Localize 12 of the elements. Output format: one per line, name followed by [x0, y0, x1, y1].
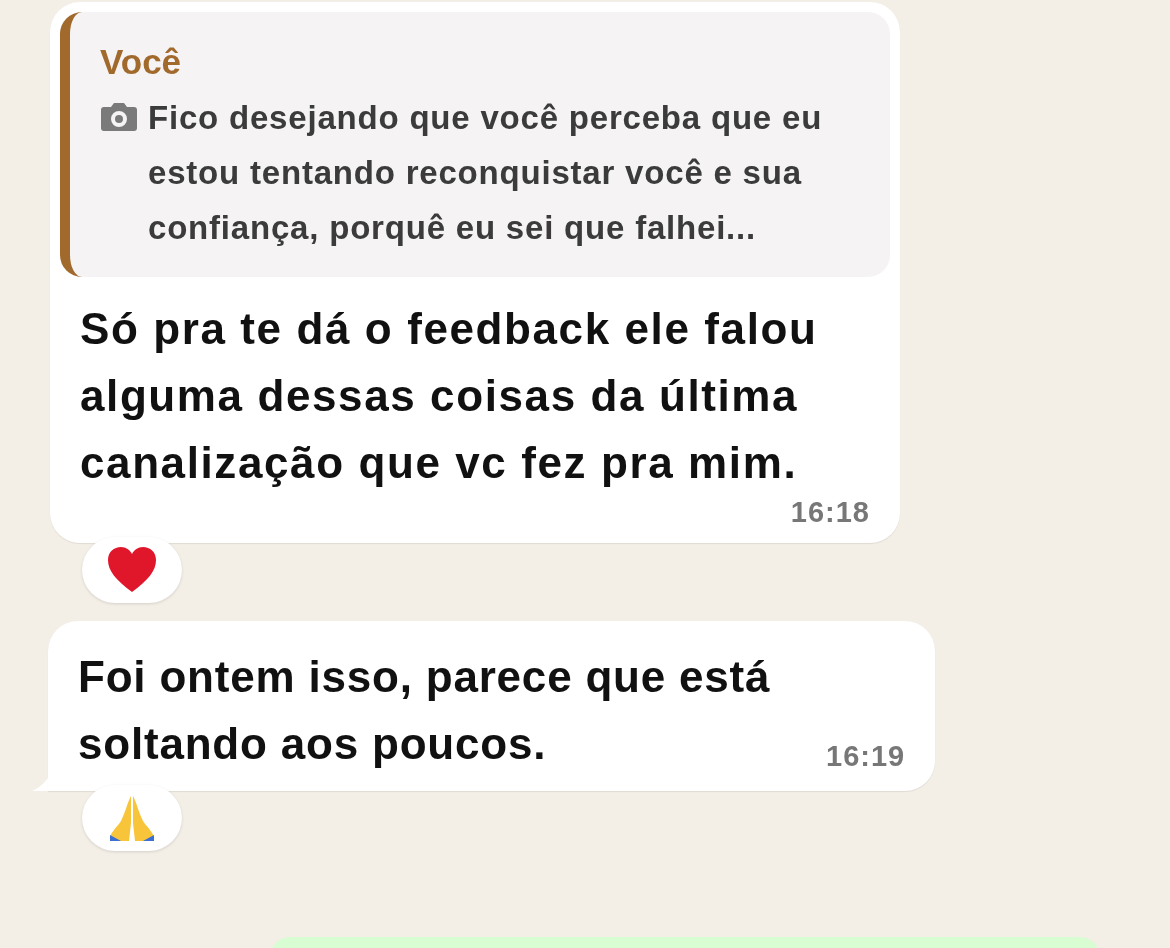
message-time: 16:19 [826, 740, 906, 774]
message-time: 16:18 [789, 496, 871, 529]
message-text: Só pra te dá o feedback ele falou alguma dessas coisas da última canalização que vc fez pra mim. [79, 303, 819, 489]
camera-icon [100, 102, 138, 132]
message-text: Foi ontem isso, parece que está soltando aos poucos. [77, 651, 772, 770]
quote-author: Você [100, 42, 183, 82]
reaction-pill[interactable] [82, 537, 182, 603]
quote-text: Fico desejando que você perceba que eu estou tentando reconquistar você e sua confiança, porquê eu sei que falhei... [148, 98, 824, 248]
message-bubble[interactable]: Foi ontem isso, parece que está soltando aos poucos. 16:19 [48, 621, 936, 791]
quoted-message[interactable]: Você Fico desejando que você perceba que eu estou tentando reconquistar você e sua confiança, porquê eu sei que falhei... [60, 12, 890, 277]
message-bubble[interactable] [50, 2, 900, 543]
heart-icon [106, 546, 158, 594]
